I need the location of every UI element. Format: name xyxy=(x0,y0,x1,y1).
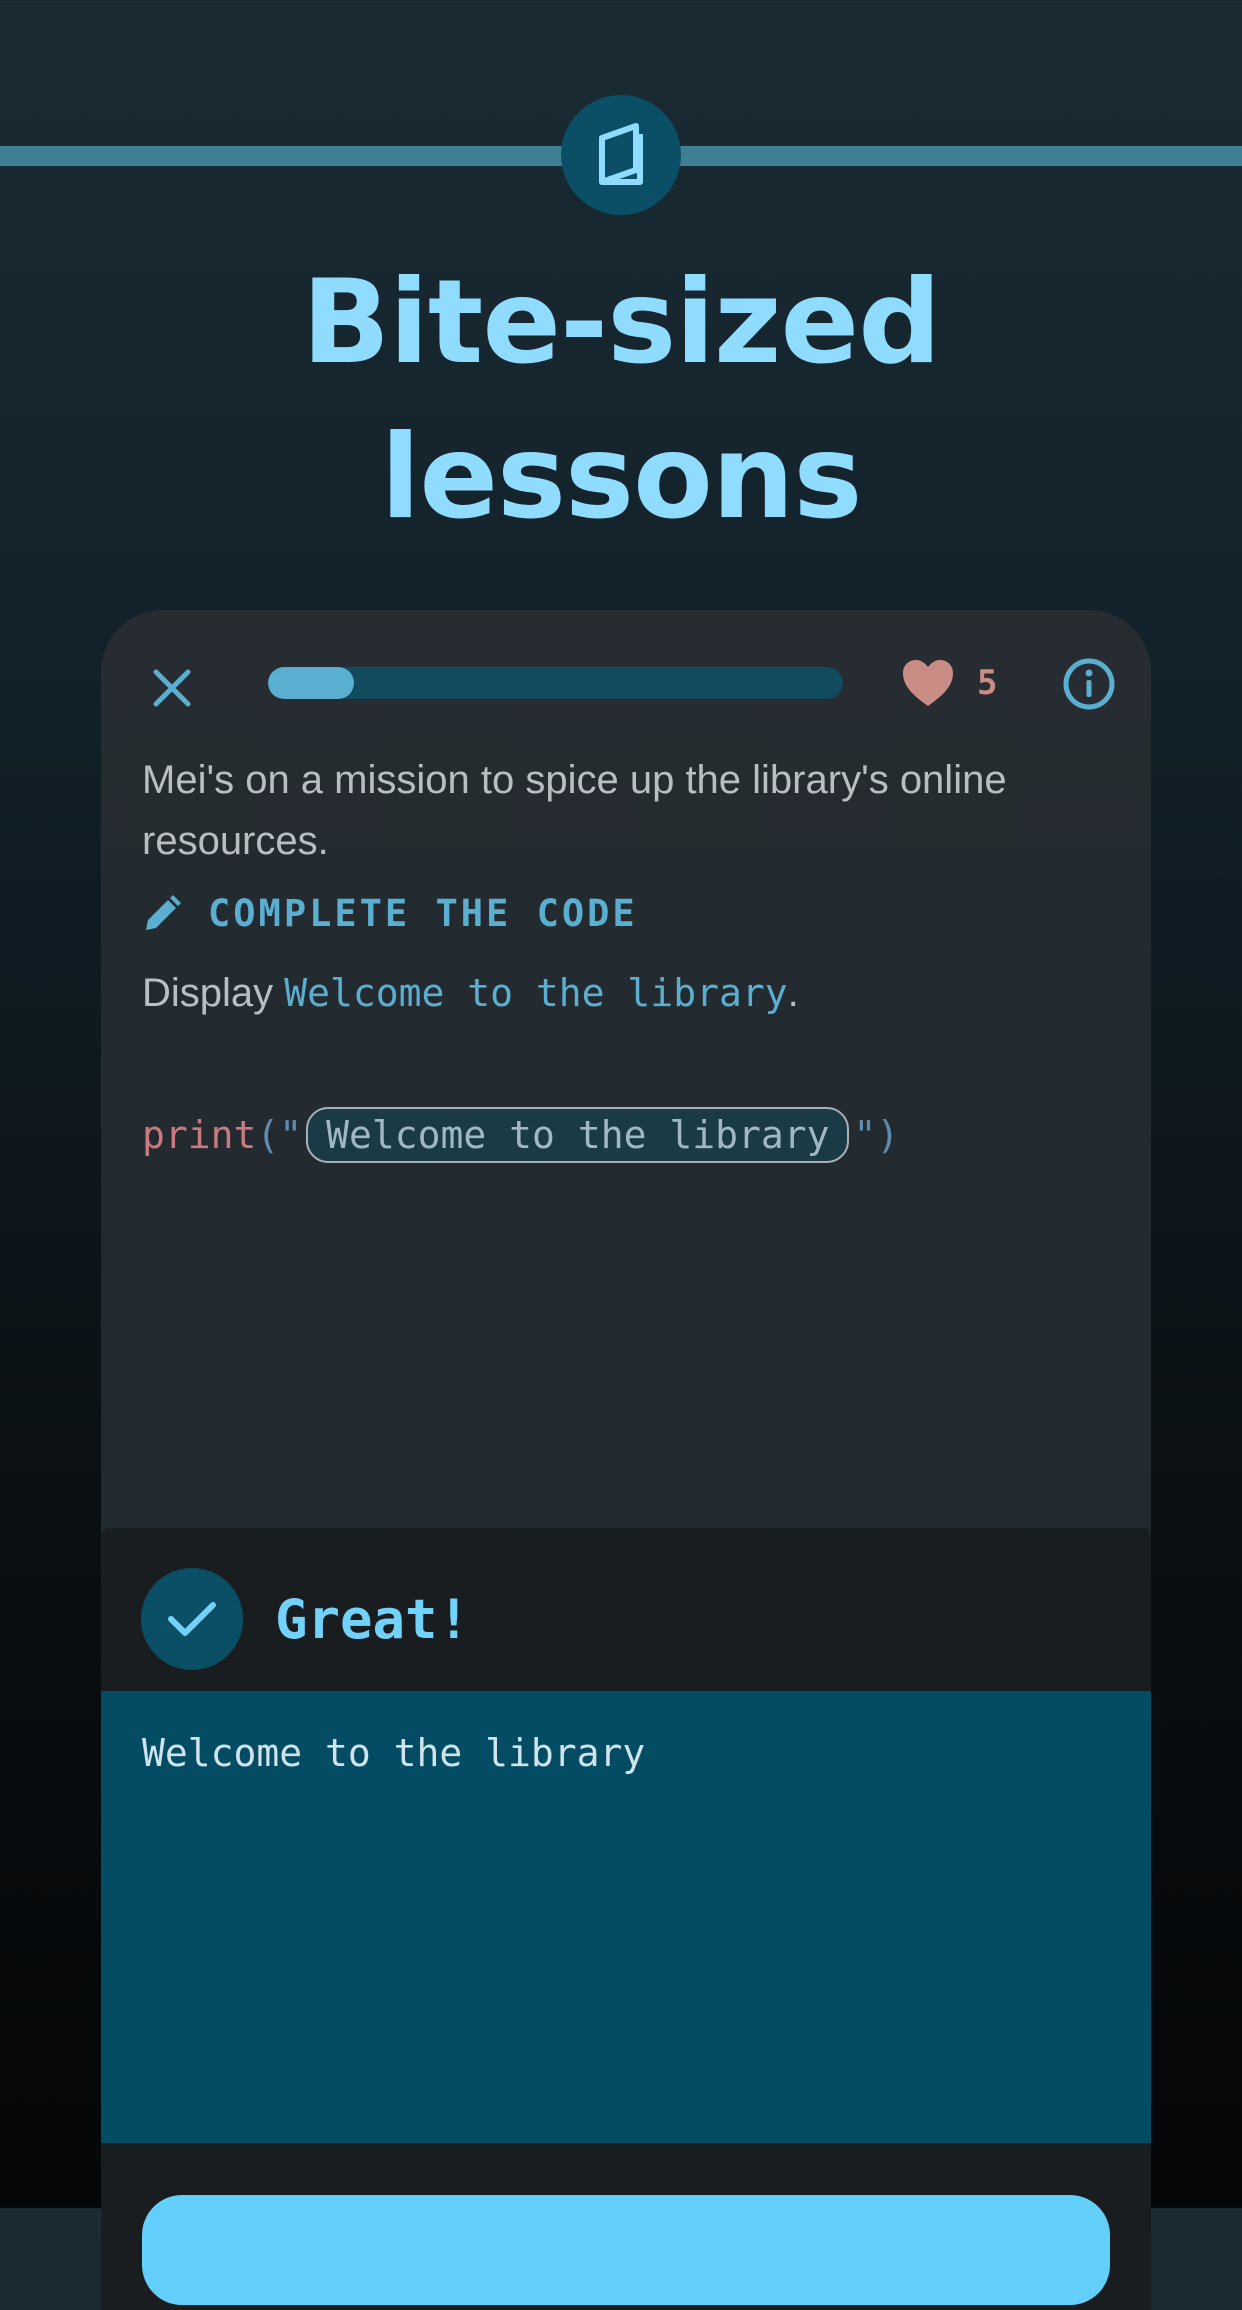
console-output: Welcome to the library xyxy=(101,1691,1151,2143)
feedback-panel: Great! Welcome to the library xyxy=(101,1528,1151,2310)
success-badge xyxy=(141,1568,243,1670)
feedback-title: Great! xyxy=(275,1587,471,1651)
continue-button[interactable] xyxy=(142,2195,1110,2305)
hearts-counter[interactable]: 5 xyxy=(901,654,997,712)
task-instruction: Display Welcome to the library. xyxy=(142,963,799,1023)
heart-icon xyxy=(903,660,953,706)
info-icon xyxy=(1063,658,1115,710)
console-output-text: Welcome to the library xyxy=(142,1731,646,1775)
code-function-name: print xyxy=(142,1113,257,1157)
hearts-count: 5 xyxy=(977,663,998,703)
task-type-text: COMPLETE THE CODE xyxy=(208,892,638,935)
close-button[interactable] xyxy=(146,662,198,714)
instruction-prefix: Display xyxy=(142,971,285,1015)
pencil-icon xyxy=(146,894,181,930)
lesson-story: Mei's on a mission to spice up the libra… xyxy=(142,758,1007,863)
book-badge xyxy=(561,95,681,215)
code-answer-blank[interactable]: Welcome to the library xyxy=(306,1107,850,1163)
lesson-progress-bar xyxy=(268,667,843,699)
code-close-punct: ") xyxy=(853,1113,900,1157)
close-icon xyxy=(153,669,191,707)
task-type-label: COMPLETE THE CODE xyxy=(142,892,638,935)
check-icon xyxy=(168,1602,216,1636)
code-open-punct: (" xyxy=(256,1113,303,1157)
feedback-header: Great! xyxy=(141,1568,470,1670)
page-title: Bite-sized lessons xyxy=(0,245,1242,555)
lesson-card: 5 Mei's on a mission to spice up the lib… xyxy=(101,610,1151,2310)
lesson-progress-fill xyxy=(268,667,355,699)
book-icon xyxy=(599,123,643,185)
code-editor-line: print (" Welcome to the library ") xyxy=(142,1107,899,1163)
instruction-code: Welcome to the library xyxy=(284,971,788,1015)
instruction-suffix: . xyxy=(787,971,799,1015)
page-title-line-1: Bite-sized xyxy=(301,255,941,390)
info-button[interactable] xyxy=(1061,656,1117,712)
page-title-line-2: lessons xyxy=(380,410,863,545)
